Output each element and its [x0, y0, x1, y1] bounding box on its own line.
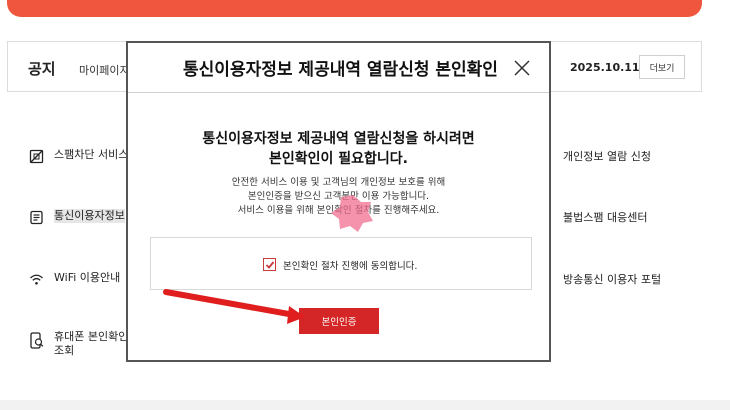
verify-modal: 통신이용자정보 제공내역 열람신청 본인확인 통신이용자정보 제공내역 열람신청… [126, 41, 551, 362]
headline-line-2: 본인확인이 필요합니다. [269, 151, 408, 167]
notice-title: 공지 [28, 60, 56, 78]
agree-checkbox[interactable] [263, 258, 276, 271]
footer-band [0, 400, 730, 410]
menu-item-wifi[interactable]: WiFi 이용안내 [28, 271, 120, 287]
menu-label: 스팸차단 서비스 [54, 148, 129, 161]
desc-line-3: 서비스 이용을 위해 본인확인 절차를 진행해주세요. [237, 205, 440, 216]
menu-item-privacy-request[interactable]: 개인정보 열람 신청 [563, 148, 651, 164]
menu-item-spam-block[interactable]: 스팸차단 서비스 [28, 148, 128, 164]
menu-item-user-info[interactable]: 통신이용자정보 [28, 209, 125, 225]
menu-item-spam-center[interactable]: 불법스팸 대응센터 [563, 209, 647, 225]
menu-label: 휴대폰 본인확인 조회 [54, 330, 128, 358]
document-list-icon [28, 209, 44, 225]
agree-label[interactable]: 본인확인 절차 진행에 동의합니다. [283, 258, 417, 272]
phone-search-icon [28, 331, 44, 349]
notice-date: 2025.10.11 [570, 61, 640, 74]
wifi-icon [28, 271, 44, 287]
menu-label-line-2: 조회 [54, 344, 75, 357]
spam-block-icon [28, 148, 44, 164]
modal-title: 통신이용자정보 제공내역 열람신청 본인확인 [183, 60, 498, 80]
checkmark-icon [265, 260, 274, 269]
top-banner [7, 0, 702, 17]
modal-divider [128, 92, 549, 93]
close-icon[interactable] [511, 57, 533, 79]
menu-item-broadcast-portal[interactable]: 방송통신 이용자 포털 [563, 271, 661, 287]
menu-label: 통신이용자정보 [54, 209, 125, 223]
modal-headline: 통신이용자정보 제공내역 열람신청을 하시려면 본인확인이 필요합니다. [128, 129, 549, 169]
headline-line-1: 통신이용자정보 제공내역 열람신청을 하시려면 [202, 131, 475, 147]
menu-label-line-1: 휴대폰 본인확인 [54, 330, 129, 343]
modal-description: 안전한 서비스 이용 및 고객님의 개인정보 보호를 위해 본인인증을 받으신 … [128, 176, 549, 218]
menu-item-phone-verify[interactable]: 휴대폰 본인확인 조회 [28, 330, 128, 358]
more-button[interactable]: 더보기 [639, 55, 685, 79]
desc-line-2: 본인인증을 받으신 고객분만 이용 가능합니다. [247, 191, 430, 202]
verify-button[interactable]: 본인인증 [299, 308, 379, 334]
menu-label: WiFi 이용안내 [54, 271, 121, 284]
agree-box: 본인확인 절차 진행에 동의합니다. [150, 237, 532, 290]
desc-line-1: 안전한 서비스 이용 및 고객님의 개인정보 보호를 위해 [231, 177, 446, 188]
notice-text-link[interactable]: 마이페이지 [79, 62, 130, 78]
